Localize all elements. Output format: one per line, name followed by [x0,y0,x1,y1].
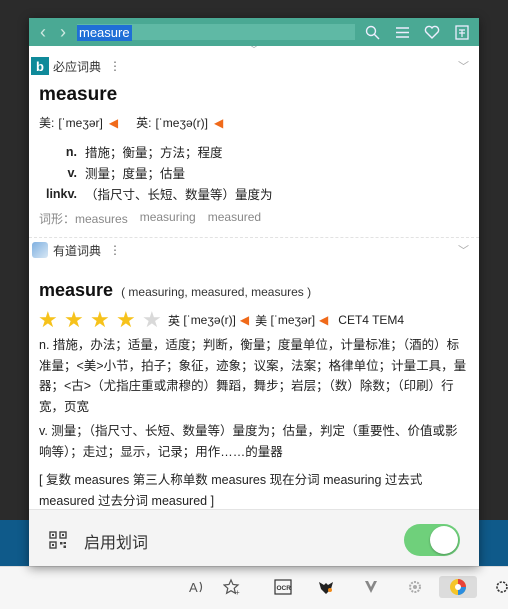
youdao-logo-icon [32,242,48,258]
qr-code-icon[interactable] [49,531,67,549]
bing-collapse-chevron-icon[interactable]: ﹀ [458,58,469,74]
definition-text: （指尺寸、长短、数量等）量度为 [85,188,273,202]
definition-row: linkv. （指尺寸、长短、数量等）量度为 [29,183,479,204]
selection-translate-label: 启用划词 [84,535,149,552]
youdao-headword-line: measure ( measuring, measured, measures … [39,280,479,301]
star-icon: ★ [90,307,110,332]
book-icon[interactable] [453,24,471,40]
youdao-us-pron: [ˈmeʒər] [270,313,316,327]
search-icon[interactable] [363,25,381,40]
bing-word-forms: 词形：measures measuring measured [39,210,479,227]
word-form-link[interactable]: measuring [140,210,196,227]
definition-text: 措施；衡量；方法；程度 [85,146,223,160]
youdao-us-label: 美 [255,313,268,328]
bing-definitions: n. 措施；衡量；方法；程度 v. 测量；度量；估量 linkv. （指尺寸、长… [29,141,479,204]
search-input-value: measure [77,25,132,41]
heart-icon[interactable] [423,25,441,39]
star-icon: ★ [64,307,84,332]
word-form-link[interactable]: measures [75,212,128,226]
definition-pos: n. [65,144,77,159]
bing-us-speaker-icon[interactable]: ◀ [109,116,118,130]
settings-icon[interactable] [492,576,508,598]
star-icon: ★ [116,307,136,332]
fox-extension-icon[interactable] [315,576,337,598]
definition-pos: linkv. [45,186,77,201]
word-form-link[interactable]: measured [208,210,261,227]
toggle-knob [430,526,458,554]
section-divider [29,237,479,238]
bing-us-label: 美: [39,116,55,130]
bing-us-pron: [ˈmeʒər] [58,115,103,130]
svg-text:A: A [189,580,198,595]
youdao-forms-note: [ 复数 measures 第三人称单数 measures 现在分词 measu… [39,473,423,508]
definition-row: v. 测量；度量；估量 [29,162,479,183]
bing-more-options-icon[interactable]: ⋮ [109,59,121,73]
bing-uk-label: 英: [136,116,152,130]
bing-uk-speaker-icon[interactable]: ◀ [214,116,223,130]
youdao-us-speaker-icon[interactable]: ◀ [319,313,328,327]
v-extension-icon[interactable] [360,576,382,598]
back-arrow-icon[interactable]: ‹ [33,18,53,46]
read-aloud-icon[interactable]: A [186,576,208,598]
gear-extension-icon[interactable] [404,576,426,598]
forward-arrow-icon[interactable]: › [53,18,73,46]
star-icon: ★ [38,307,58,332]
ocr-label: OCR [277,585,292,592]
youdao-noun-definition: n. 措施，办法；适量，适度；判断，衡量；度量单位，计量标准；（酒的）标准量；<… [39,338,467,414]
popup-footer: 启用划词 [29,509,479,566]
bing-uk-pron: [ˈmeʒə(r)] [155,115,209,130]
youdao-inflections: ( measuring, measured, measures ) [121,285,312,299]
svg-text:+: + [235,588,240,596]
youdao-more-options-icon[interactable]: ⋮ [109,243,121,257]
bing-source-label: 必应词典 [53,59,102,74]
youdao-uk-speaker-icon[interactable]: ◀ [240,313,249,327]
definition-pos: v. [67,165,78,180]
search-input[interactable]: measure [77,24,355,41]
popup-toolbar: ‹ › measure [29,18,479,46]
definition-row: n. 措施；衡量；方法；程度 [29,141,479,162]
bing-headword: measure [39,84,118,105]
youdao-source-label: 有道词典 [53,243,102,258]
bing-section-header: b 必应词典 ⋮ ﹀ [29,56,479,76]
youdao-uk-label: 英 [168,313,181,328]
youdao-rating-line: ★ ★ ★ ★ ★ 英 [ˈmeʒə(r)] ◀ 美 [ˈmeʒər] ◀ CE… [38,309,479,331]
favorites-icon[interactable]: + [221,576,243,598]
menu-icon[interactable] [393,26,411,39]
youdao-collapse-chevron-icon[interactable]: ﹀ [458,242,469,258]
star-empty-icon: ★ [142,307,162,332]
youdao-verb-definition: v. 测量；（指尺寸、长短、数量等）量度为；估量，判定（重要性、价值或影响等）；… [39,424,458,459]
dictionary-popup: ‹ › measure ﹀ b 必应词典 ⋮ ﹀ measure 美: [ˈme… [29,18,479,566]
youdao-section-header: 有道词典 ⋮ ﹀ [29,240,479,260]
bing-pronunciations: 美: [ˈmeʒər] ◀ 英: [ˈmeʒə(r)] ◀ [39,114,479,131]
youdao-uk-pron: [ˈmeʒə(r)] [183,313,236,327]
bing-forms-label: 词形： [39,212,76,226]
dictionary-extension-icon[interactable] [439,576,477,598]
youdao-exam-level: CET4 TEM4 [338,313,405,327]
collapse-all-chevron-icon[interactable]: ﹀ [29,46,479,56]
ocr-extension-icon[interactable]: OCR [272,576,294,598]
selection-translate-toggle[interactable] [404,524,460,556]
youdao-headword: measure [39,280,114,300]
browser-toolbar [0,566,508,609]
definition-text: 测量；度量；估量 [85,167,186,181]
bing-logo-icon: b [31,57,49,75]
